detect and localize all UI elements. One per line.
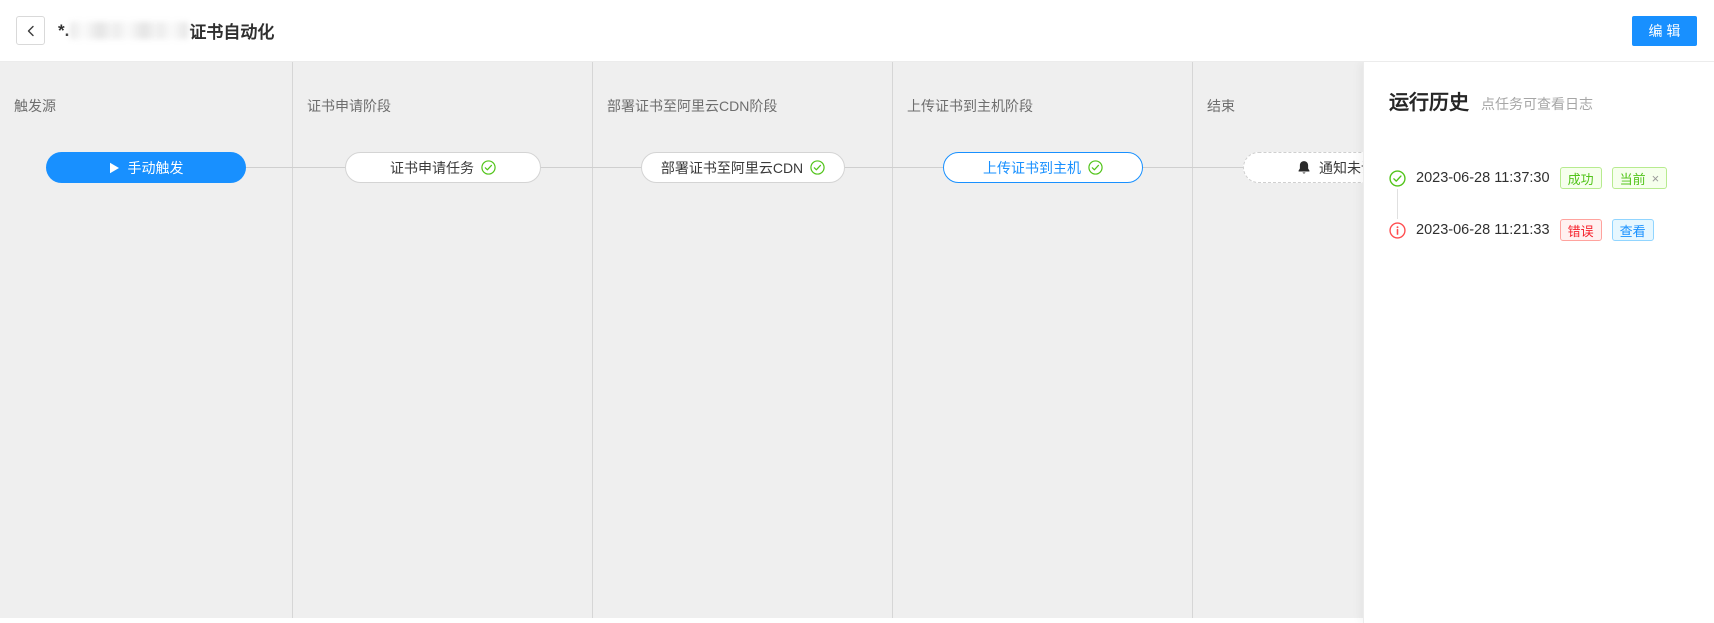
column-title: 结束 <box>1207 96 1235 116</box>
check-circle-icon <box>481 160 496 175</box>
status-badge-error: 错误 <box>1560 219 1602 241</box>
node-label: 上传证书到主机 <box>983 158 1081 178</box>
column-upload-host-stage: 上传证书到主机阶段 <box>893 62 1193 618</box>
run-history-title: 运行历史 <box>1389 86 1469 115</box>
run-timestamp: 2023-06-28 11:37:30 <box>1416 170 1550 186</box>
check-circle-icon <box>1389 170 1406 187</box>
run-row-error: 2023-06-28 11:21:33 错误 查看 <box>1389 219 1694 241</box>
bell-icon <box>1297 160 1311 175</box>
view-run-button[interactable]: 查看 <box>1612 219 1654 241</box>
page-title-suffix: 证书自动化 <box>189 18 274 43</box>
column-cert-request-stage: 证书申请阶段 <box>293 62 593 618</box>
run-history-timeline: 2023-06-28 11:37:30 成功 当前 × 2023-06-28 1… <box>1389 167 1694 241</box>
column-trigger-source: 触发源 <box>0 62 293 618</box>
run-history-header: 运行历史 点任务可查看日志 <box>1389 86 1694 115</box>
play-icon <box>109 162 120 174</box>
page-title: *. 证书自动化 <box>58 18 274 43</box>
view-run-label: 查看 <box>1620 221 1646 240</box>
run-timestamp: 2023-06-28 11:21:33 <box>1416 222 1550 238</box>
connector-line <box>1143 167 1243 168</box>
run-history-subtitle: 点任务可查看日志 <box>1481 94 1593 114</box>
edit-button[interactable]: 编 辑 <box>1632 16 1697 46</box>
status-badge-success: 成功 <box>1560 167 1602 189</box>
check-circle-icon <box>810 160 825 175</box>
node-deploy-aliyun-cdn[interactable]: 部署证书至阿里云CDN <box>641 152 845 183</box>
node-upload-cert-to-host[interactable]: 上传证书到主机 <box>943 152 1143 183</box>
column-title: 触发源 <box>14 96 56 116</box>
error-info-circle-icon <box>1389 222 1406 239</box>
run-row-success: 2023-06-28 11:37:30 成功 当前 × <box>1389 167 1694 189</box>
chevron-left-icon <box>25 25 37 37</box>
timeline-connector-line <box>1397 189 1694 219</box>
node-cert-request-task[interactable]: 证书申请任务 <box>345 152 541 183</box>
current-run-label: 当前 <box>1620 169 1646 188</box>
top-bar: *. 证书自动化 编 辑 <box>0 0 1714 62</box>
current-run-tag[interactable]: 当前 × <box>1612 167 1668 189</box>
run-history-panel: 运行历史 点任务可查看日志 2023-06-28 11:37:30 成功 当前 … <box>1363 62 1714 623</box>
page-title-prefix: *. <box>58 21 69 41</box>
column-title: 部署证书至阿里云CDN阶段 <box>607 96 777 116</box>
column-title: 上传证书到主机阶段 <box>907 96 1033 116</box>
back-button[interactable] <box>16 16 45 45</box>
close-icon[interactable]: × <box>1652 172 1660 185</box>
connector-line <box>845 167 943 168</box>
status-badge-label: 成功 <box>1568 169 1594 188</box>
connector-line <box>246 167 345 168</box>
check-circle-icon <box>1088 160 1103 175</box>
node-label: 部署证书至阿里云CDN <box>661 158 803 178</box>
redacted-domain-blur <box>70 22 188 39</box>
node-manual-trigger[interactable]: 手动触发 <box>46 152 246 183</box>
connector-line <box>541 167 641 168</box>
node-label: 手动触发 <box>128 158 184 178</box>
column-title: 证书申请阶段 <box>307 96 391 116</box>
node-label: 证书申请任务 <box>390 158 474 178</box>
status-badge-label: 错误 <box>1568 221 1594 240</box>
column-deploy-cdn-stage: 部署证书至阿里云CDN阶段 <box>593 62 893 618</box>
